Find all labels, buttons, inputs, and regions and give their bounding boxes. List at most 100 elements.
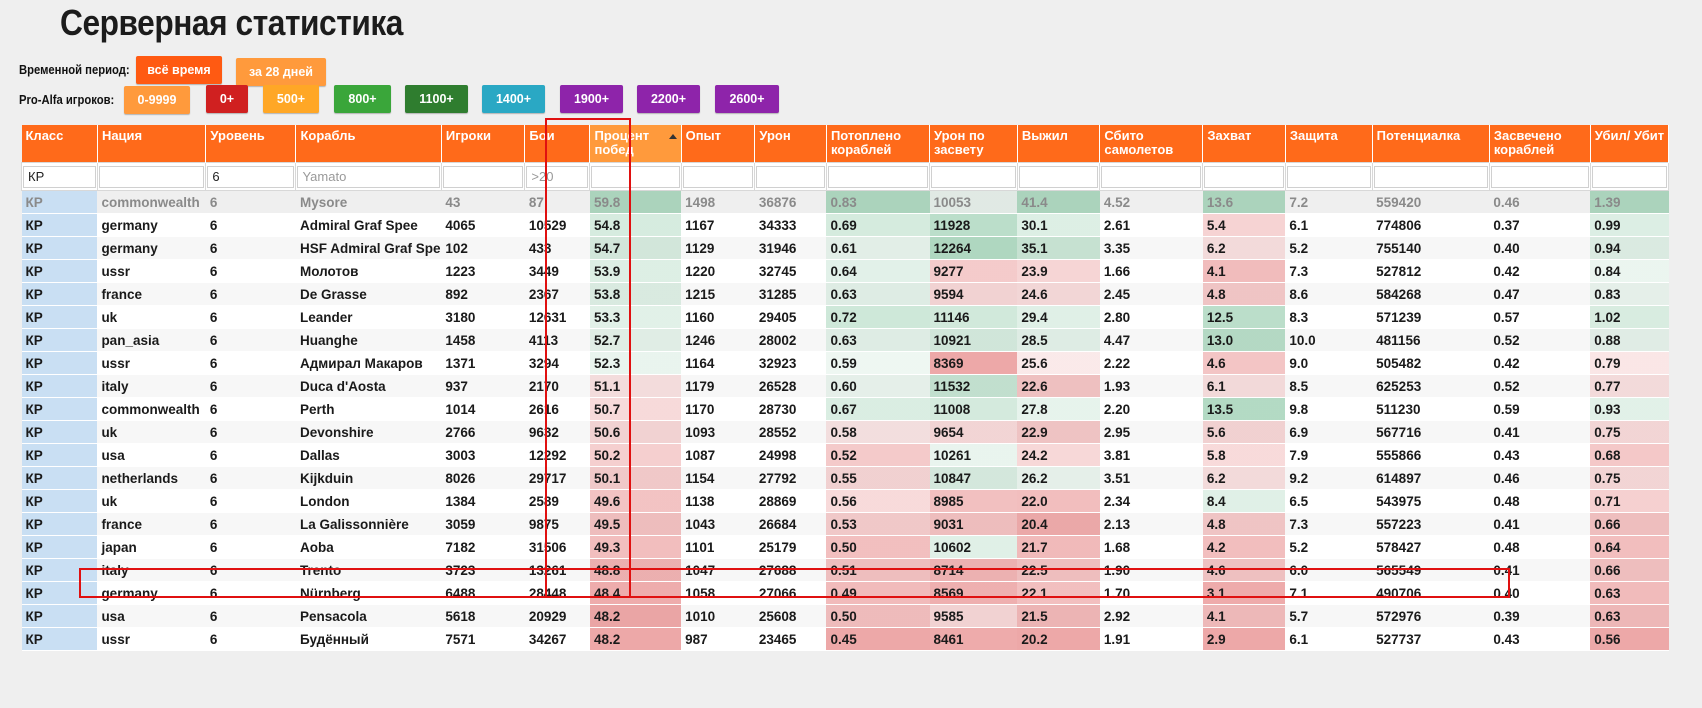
table-row[interactable]: КР ussr 6 Адмирал Макаров 1371 3294 52.3 1164 32…	[21, 351, 1669, 375]
table-row[interactable]: КР germany 6 HSF Admiral Graf Spee 102 433 54.…	[21, 236, 1669, 260]
cell-nation: commonwealth	[97, 190, 206, 214]
table-row[interactable]: КР netherlands 6 Kijkduin 8026 29717 50.1 1154 2…	[21, 466, 1669, 490]
filter-input-planes-shot[interactable]	[1101, 165, 1202, 188]
table-row[interactable]: КР uk 6 Leander 3180 12631 53.3 1160 29405 0.72 11…	[21, 305, 1669, 329]
column-header-capture[interactable]: Захват	[1202, 125, 1286, 163]
column-header-spot-damage[interactable]: Урон по засвету	[929, 125, 1018, 163]
filter-input-ship[interactable]	[297, 165, 440, 188]
column-header-kills[interactable]: Потоплено кораблей	[826, 125, 931, 163]
column-header-winrate[interactable]: Процент побед	[589, 125, 682, 163]
cell-survived: 28.5	[1017, 328, 1100, 352]
column-header-tier[interactable]: Уровень	[205, 125, 297, 163]
cell-nation: germany	[97, 581, 206, 605]
table-row[interactable]: КР japan 6 Aoba 7182 31506 49.3 1101 25179 0.50 10…	[21, 535, 1669, 559]
table-row[interactable]: КР pan_asia 6 Huanghe 1458 4113 52.7 1246 28002 0…	[21, 328, 1669, 352]
cell-ship[interactable]: Nürnberg	[295, 581, 442, 605]
cell-ship[interactable]: Admiral Graf Spee	[295, 213, 442, 237]
filter-input-winrate[interactable]	[591, 165, 680, 188]
table-row[interactable]: КР ussr 6 Молотов 1223 3449 53.9 1220 32745 0.64 9…	[21, 259, 1669, 283]
players-filter-0plus-button[interactable]: 0+	[206, 85, 248, 113]
column-header-ship[interactable]: Корабль	[295, 125, 442, 163]
cell-ship[interactable]: Trento	[295, 558, 442, 582]
cell-ship[interactable]: Leander	[295, 305, 442, 329]
filter-input-nation[interactable]	[98, 165, 205, 188]
cell-spotted-ships: 0.41	[1489, 558, 1591, 582]
column-header-potential[interactable]: Потенциалка	[1372, 125, 1490, 163]
table-row[interactable]: КР usa 6 Pensacola 5618 20929 48.2 1010 25608 0.5…	[21, 604, 1669, 628]
filter-input-kd-ratio[interactable]	[1591, 165, 1667, 188]
filter-input-spotted-ships[interactable]	[1490, 165, 1589, 188]
cell-ship[interactable]: Huanghe	[295, 328, 442, 352]
cell-ship[interactable]: Адмирал Макаров	[295, 351, 442, 375]
table-row[interactable]: КР italy 6 Duca d'Aosta 937 2170 51.1 1179 26528…	[21, 374, 1669, 398]
cell-ship[interactable]: De Grasse	[295, 282, 442, 306]
players-filter-1900plus-button[interactable]: 1900+	[560, 85, 623, 113]
column-header-survived[interactable]: Выжил	[1017, 125, 1101, 163]
column-header-defense[interactable]: Защита	[1285, 125, 1373, 163]
table-row[interactable]: КР italy 6 Trento 3723 13261 48.8 1047 27688 0.51…	[21, 558, 1669, 582]
cell-tier: 6	[205, 282, 296, 306]
column-header-xp[interactable]: Опыт	[681, 125, 756, 163]
table-row[interactable]: КР ussr 6 Будённый 7571 34267 48.2 987 23465 0.45…	[21, 627, 1669, 651]
table-row[interactable]: КР france 6 La Galissonnière 3059 9875 49.5 104…	[21, 512, 1669, 536]
filter-input-defense[interactable]	[1286, 165, 1371, 188]
players-filter-2200plus-button[interactable]: 2200+	[637, 85, 700, 113]
players-filter-800plus-button[interactable]: 800+	[334, 85, 391, 113]
cell-ship[interactable]: Aoba	[295, 535, 442, 559]
table-row[interactable]: КР commonwealth 6 Perth 1014 2616 50.7 1170 2873…	[21, 397, 1669, 421]
cell-spot-damage: 10261	[929, 443, 1018, 467]
cell-ship[interactable]: Молотов	[295, 259, 442, 283]
players-filter-1100plus-button[interactable]: 1100+	[405, 85, 468, 113]
cell-ship[interactable]: Pensacola	[295, 604, 442, 628]
cell-players: 892	[441, 282, 525, 306]
filter-input-class[interactable]	[23, 165, 96, 188]
cell-kills: 0.58	[826, 420, 930, 444]
players-filter-1400plus-button[interactable]: 1400+	[482, 85, 545, 113]
filter-input-tier[interactable]	[207, 165, 295, 188]
column-header-battles[interactable]: Бои	[524, 125, 591, 163]
table-row[interactable]: КР uk 6 Devonshire 2766 9632 50.6 1093 28552 0.58…	[21, 420, 1669, 444]
column-header-kd-ratio[interactable]: Убил/ Убит	[1590, 125, 1670, 163]
cell-ship[interactable]: London	[295, 489, 442, 513]
cell-xp: 1220	[681, 259, 755, 283]
cell-ship[interactable]: Perth	[295, 397, 442, 421]
filter-input-battles[interactable]	[526, 165, 589, 188]
cell-kills: 0.63	[826, 328, 930, 352]
column-header-nation[interactable]: Нация	[97, 125, 207, 163]
table-row[interactable]: КР commonwealth 6 Mysore 43 87 59.8 1498 36876 0.…	[21, 190, 1669, 214]
players-filter-2600plus-button[interactable]: 2600+	[715, 85, 779, 113]
filter-input-damage[interactable]	[756, 165, 825, 188]
table-row[interactable]: КР germany 6 Admiral Graf Spee 4065 10529 54.8…	[21, 213, 1669, 237]
cell-class: КР	[21, 351, 98, 375]
table-row[interactable]: КР usa 6 Dallas 3003 12292 50.2 1087 24998 0.52 10…	[21, 443, 1669, 467]
cell-ship[interactable]: Duca d'Aosta	[295, 374, 442, 398]
players-filter-0-9999-button[interactable]: 0-9999	[124, 86, 190, 114]
filter-input-players[interactable]	[442, 165, 524, 188]
table-row[interactable]: КР uk 6 London 1384 2589 49.6 1138 28869 0.56 8985…	[21, 489, 1669, 513]
column-header-spotted-ships[interactable]: Засвечено кораблей	[1489, 125, 1591, 163]
cell-ship[interactable]: Mysore	[295, 190, 442, 214]
filter-input-capture[interactable]	[1204, 165, 1284, 188]
column-header-players[interactable]: Игроки	[441, 125, 526, 163]
filter-input-spot-damage[interactable]	[931, 165, 1016, 188]
column-header-class[interactable]: Класс	[21, 125, 98, 163]
cell-ship[interactable]: Devonshire	[295, 420, 442, 444]
period-all-time-button[interactable]: всё время	[136, 56, 222, 84]
players-filter-500plus-button[interactable]: 500+	[263, 85, 319, 113]
table-body: КР commonwealth 6 Mysore 43 87 59.8 1498 36876 0.…	[21, 190, 1669, 651]
cell-planes-shot: 2.45	[1099, 282, 1203, 306]
column-header-damage[interactable]: Урон	[754, 125, 827, 163]
filter-input-survived[interactable]	[1018, 165, 1099, 188]
filter-input-xp[interactable]	[682, 165, 754, 188]
period-28-days-button[interactable]: за 28 дней	[236, 58, 326, 86]
cell-ship[interactable]: HSF Admiral Graf Spee	[295, 236, 442, 260]
filter-input-potential[interactable]	[1373, 165, 1488, 188]
filter-input-kills[interactable]	[827, 165, 929, 188]
table-row[interactable]: КР germany 6 Nürnberg 6488 28448 48.4 1058 27066…	[21, 581, 1669, 605]
column-header-planes-shot[interactable]: Сбито самолетов	[1099, 125, 1204, 163]
table-row[interactable]: КР france 6 De Grasse 892 2367 53.8 1215 31285 0.…	[21, 282, 1669, 306]
cell-ship[interactable]: Будённый	[295, 627, 442, 651]
cell-ship[interactable]: La Galissonnière	[295, 512, 442, 536]
cell-ship[interactable]: Dallas	[295, 443, 442, 467]
cell-ship[interactable]: Kijkduin	[295, 466, 442, 490]
